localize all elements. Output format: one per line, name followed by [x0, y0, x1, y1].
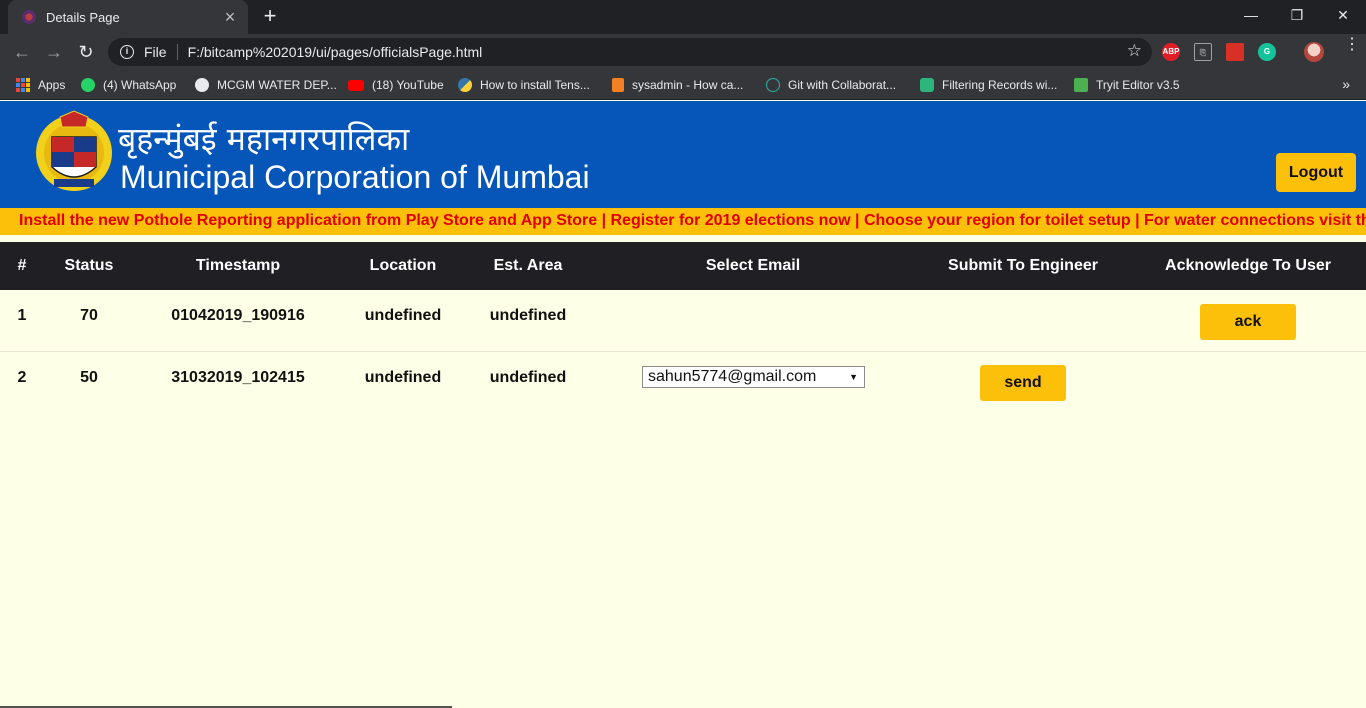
column-header-location: Location: [369, 257, 437, 274]
file-label: File: [144, 44, 167, 60]
column-header-status: Status: [64, 257, 114, 274]
bookmark-label: Git with Collaborat...: [788, 78, 897, 92]
bookmark-star-icon[interactable]: ☆: [1127, 41, 1142, 61]
ack-button[interactable]: ack: [1200, 304, 1296, 340]
bookmark-label: sysadmin - How ca...: [632, 78, 744, 92]
bookmark-apps[interactable]: Apps: [16, 76, 65, 94]
python-icon: [458, 78, 472, 92]
menu-icon[interactable]: ⋮: [1344, 37, 1360, 53]
page-content: बृहन्मुंबई महानगरपालिका Municipal Corpor…: [0, 101, 1366, 708]
cell-status: 50: [80, 369, 98, 386]
marquee-text: Install the new Pothole Reporting applic…: [19, 212, 1366, 229]
chevron-down-icon: ▼: [849, 372, 858, 382]
email-select-value: sahun5774@gmail.com: [648, 368, 817, 385]
column-header-acknowledge: Acknowledge To User: [1165, 257, 1331, 274]
grammarly-icon[interactable]: G: [1258, 43, 1276, 61]
url-text[interactable]: F:/bitcamp%202019/ui/pages/officialsPage…: [188, 44, 483, 60]
adblock-icon[interactable]: ABP: [1162, 43, 1180, 61]
bookmark-whatsapp[interactable]: (4) WhatsApp: [81, 76, 176, 94]
announcement-marquee: Install the new Pothole Reporting applic…: [0, 208, 1366, 235]
youtube-icon: [348, 79, 364, 91]
back-icon[interactable]: ←: [10, 40, 34, 64]
cell-status: 70: [80, 307, 98, 324]
git-icon: [766, 78, 780, 92]
bookmark-label: How to install Tens...: [480, 78, 590, 92]
address-bar[interactable]: i File F:/bitcamp%202019/ui/pages/offici…: [108, 38, 1152, 66]
table-row: 2 50 31032019_102415 undefined undefined…: [0, 353, 1366, 414]
avatar[interactable]: [1304, 42, 1324, 62]
info-icon[interactable]: i: [120, 45, 134, 59]
mcgm-emblem-icon: [36, 110, 112, 191]
bookmark-label: Apps: [38, 78, 66, 92]
globe-icon: [195, 78, 209, 92]
reload-icon[interactable]: ↻: [74, 40, 98, 64]
column-header-submit: Submit To Engineer: [948, 257, 1098, 274]
apps-grid-icon: [16, 78, 30, 92]
cell-location: undefined: [364, 307, 442, 324]
title-english: Municipal Corporation of Mumbai: [120, 159, 590, 195]
bookmark-label: Tryit Editor v3.5: [1096, 78, 1180, 92]
cell-area: undefined: [489, 369, 567, 386]
browser-tabstrip: Details Page × + — ❐ ✕: [0, 0, 1366, 34]
site-header: बृहन्मुंबई महानगरपालिका Municipal Corpor…: [0, 101, 1366, 208]
bookmark-filtering[interactable]: Filtering Records wi...: [920, 76, 1057, 94]
w3schools-icon: [1074, 78, 1088, 92]
browser-toolbar: ← → ↻ i File F:/bitcamp%202019/ui/pages/…: [0, 34, 1366, 70]
cell-number: 1: [17, 307, 27, 324]
bookmark-git[interactable]: Git with Collaborat...: [766, 76, 896, 94]
bookmark-youtube[interactable]: (18) YouTube: [348, 76, 444, 94]
omnibox-divider: [176, 44, 178, 60]
stackoverflow-icon: [612, 78, 624, 92]
forward-icon[interactable]: →: [42, 40, 66, 64]
column-header-email: Select Email: [705, 257, 801, 274]
tab-favicon-icon: [22, 10, 36, 24]
title-hindi: बृहन्मुंबई महानगरपालिका: [118, 120, 410, 158]
more-bookmarks-icon[interactable]: »: [1342, 76, 1350, 92]
bookmark-sysadmin[interactable]: sysadmin - How ca...: [612, 76, 743, 94]
bookmark-tryit[interactable]: Tryit Editor v3.5: [1074, 76, 1180, 94]
column-header-area: Est. Area: [493, 257, 563, 274]
bookmark-label: MCGM WATER DEP...: [217, 78, 337, 92]
cell-area: undefined: [489, 307, 567, 324]
cell-timestamp: 31032019_102415: [171, 369, 305, 386]
bookmark-label: (4) WhatsApp: [103, 78, 177, 92]
mongodb-icon: [920, 78, 934, 92]
bookmark-tensorflow[interactable]: How to install Tens...: [458, 76, 590, 94]
bookmark-mcgm-water[interactable]: MCGM WATER DEP...: [195, 76, 337, 94]
bookmarks-bar: Apps (4) WhatsApp MCGM WATER DEP... (18)…: [0, 70, 1366, 100]
cell-location: undefined: [364, 369, 442, 386]
cell-number: 2: [17, 369, 27, 386]
browser-tab[interactable]: Details Page ×: [8, 0, 248, 34]
column-header-timestamp: Timestamp: [195, 257, 281, 274]
pdf-icon[interactable]: ⎘: [1194, 43, 1212, 61]
column-header-number: #: [17, 257, 27, 274]
logout-button[interactable]: Logout: [1276, 153, 1356, 192]
bookmark-label: (18) YouTube: [372, 78, 444, 92]
restore-icon[interactable]: ❐: [1274, 0, 1320, 30]
email-select[interactable]: sahun5774@gmail.com ▼: [642, 366, 865, 388]
close-window-icon[interactable]: ✕: [1320, 0, 1366, 30]
new-tab-icon[interactable]: +: [258, 4, 282, 28]
minimize-icon[interactable]: —: [1228, 0, 1274, 30]
table-header: # Status Timestamp Location Est. Area Se…: [0, 242, 1366, 290]
bookmark-label: Filtering Records wi...: [942, 78, 1058, 92]
whatsapp-icon: [81, 78, 95, 92]
send-button[interactable]: send: [980, 365, 1066, 401]
table-row: 1 70 01042019_190916 undefined undefined…: [0, 291, 1366, 352]
bookmark-ext-icon[interactable]: [1226, 43, 1244, 61]
cell-timestamp: 01042019_190916: [171, 307, 305, 324]
tab-title: Details Page: [46, 9, 120, 25]
close-tab-icon[interactable]: ×: [220, 8, 240, 26]
